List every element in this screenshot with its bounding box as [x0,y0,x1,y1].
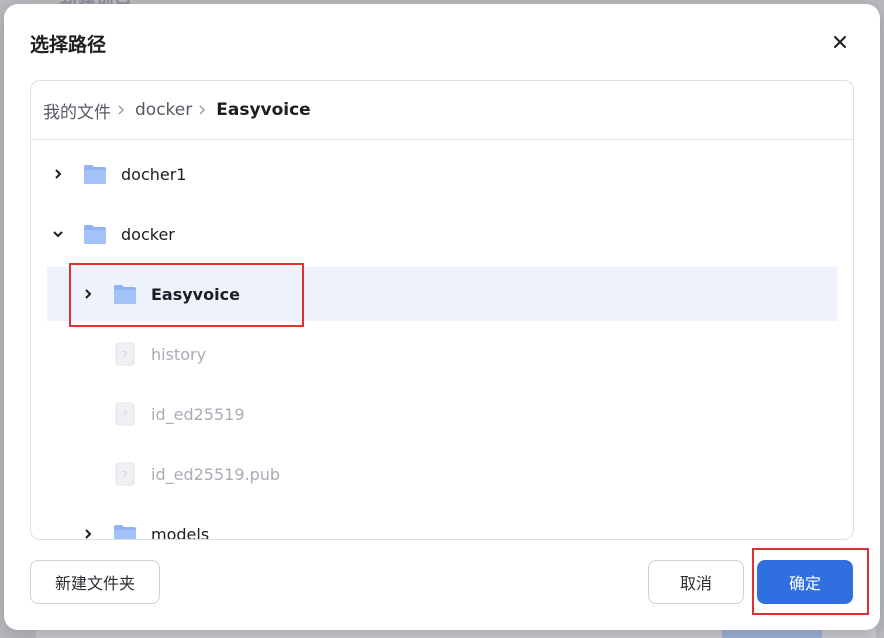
folder-icon [83,223,107,245]
svg-text:?: ? [123,410,127,419]
tree-row-label: Easyvoice [151,284,240,304]
cancel-button[interactable]: 取消 [648,560,744,604]
tree-row-docher1[interactable]: docher1 [47,147,837,201]
chevron-right-icon[interactable] [77,283,99,305]
tree-row-label: history [151,344,207,364]
folder-icon [113,283,137,305]
tree-row-docker[interactable]: docker [47,207,837,261]
tree-row-label: docher1 [121,164,187,184]
breadcrumb-item-my-files[interactable]: 我的文件 [43,98,111,123]
svg-text:?: ? [123,350,127,359]
dialog-title: 选择路径 [30,34,107,56]
tree-row-label: id_ed25519.pub [151,464,281,484]
tree-row-label: docker [121,224,175,244]
folder-tree: docher1 docker Easyvoice ? history ? id_… [31,141,853,539]
svg-text:?: ? [123,470,127,479]
folder-browser: 我的文件 docker Easyvoice docher1 docker Eas… [30,80,854,540]
folder-icon [83,163,107,185]
tree-row-label: id_ed25519 [151,404,245,424]
file-unknown-icon: ? [113,342,137,366]
tree-row-easyvoice[interactable]: Easyvoice [47,267,837,321]
close-button[interactable] [828,30,852,54]
tree-row-id-ed25519-pub: ? id_ed25519.pub [47,447,837,501]
tree-row-history: ? history [47,327,837,381]
file-unknown-icon: ? [113,462,137,486]
chevron-right-icon[interactable] [77,523,99,539]
new-folder-button[interactable]: 新建文件夹 [30,560,160,604]
breadcrumb-item-easyvoice: Easyvoice [216,100,311,120]
tree-row-id-ed25519: ? id_ed25519 [47,387,837,441]
close-icon [834,36,846,48]
chevron-right-icon [198,105,206,115]
confirm-button[interactable]: 确定 [757,560,853,604]
chevron-right-icon [117,105,125,115]
breadcrumb: 我的文件 docker Easyvoice [31,81,853,140]
chevron-right-icon[interactable] [47,163,69,185]
select-path-dialog: 选择路径 我的文件 docker Easyvoice docher1 docke… [4,4,880,630]
file-unknown-icon: ? [113,402,137,426]
chevron-down-icon[interactable] [47,223,69,245]
tree-row-models[interactable]: models [47,507,837,539]
tree-row-label: models [151,524,210,540]
breadcrumb-item-docker[interactable]: docker [135,100,192,120]
folder-icon [113,523,137,539]
